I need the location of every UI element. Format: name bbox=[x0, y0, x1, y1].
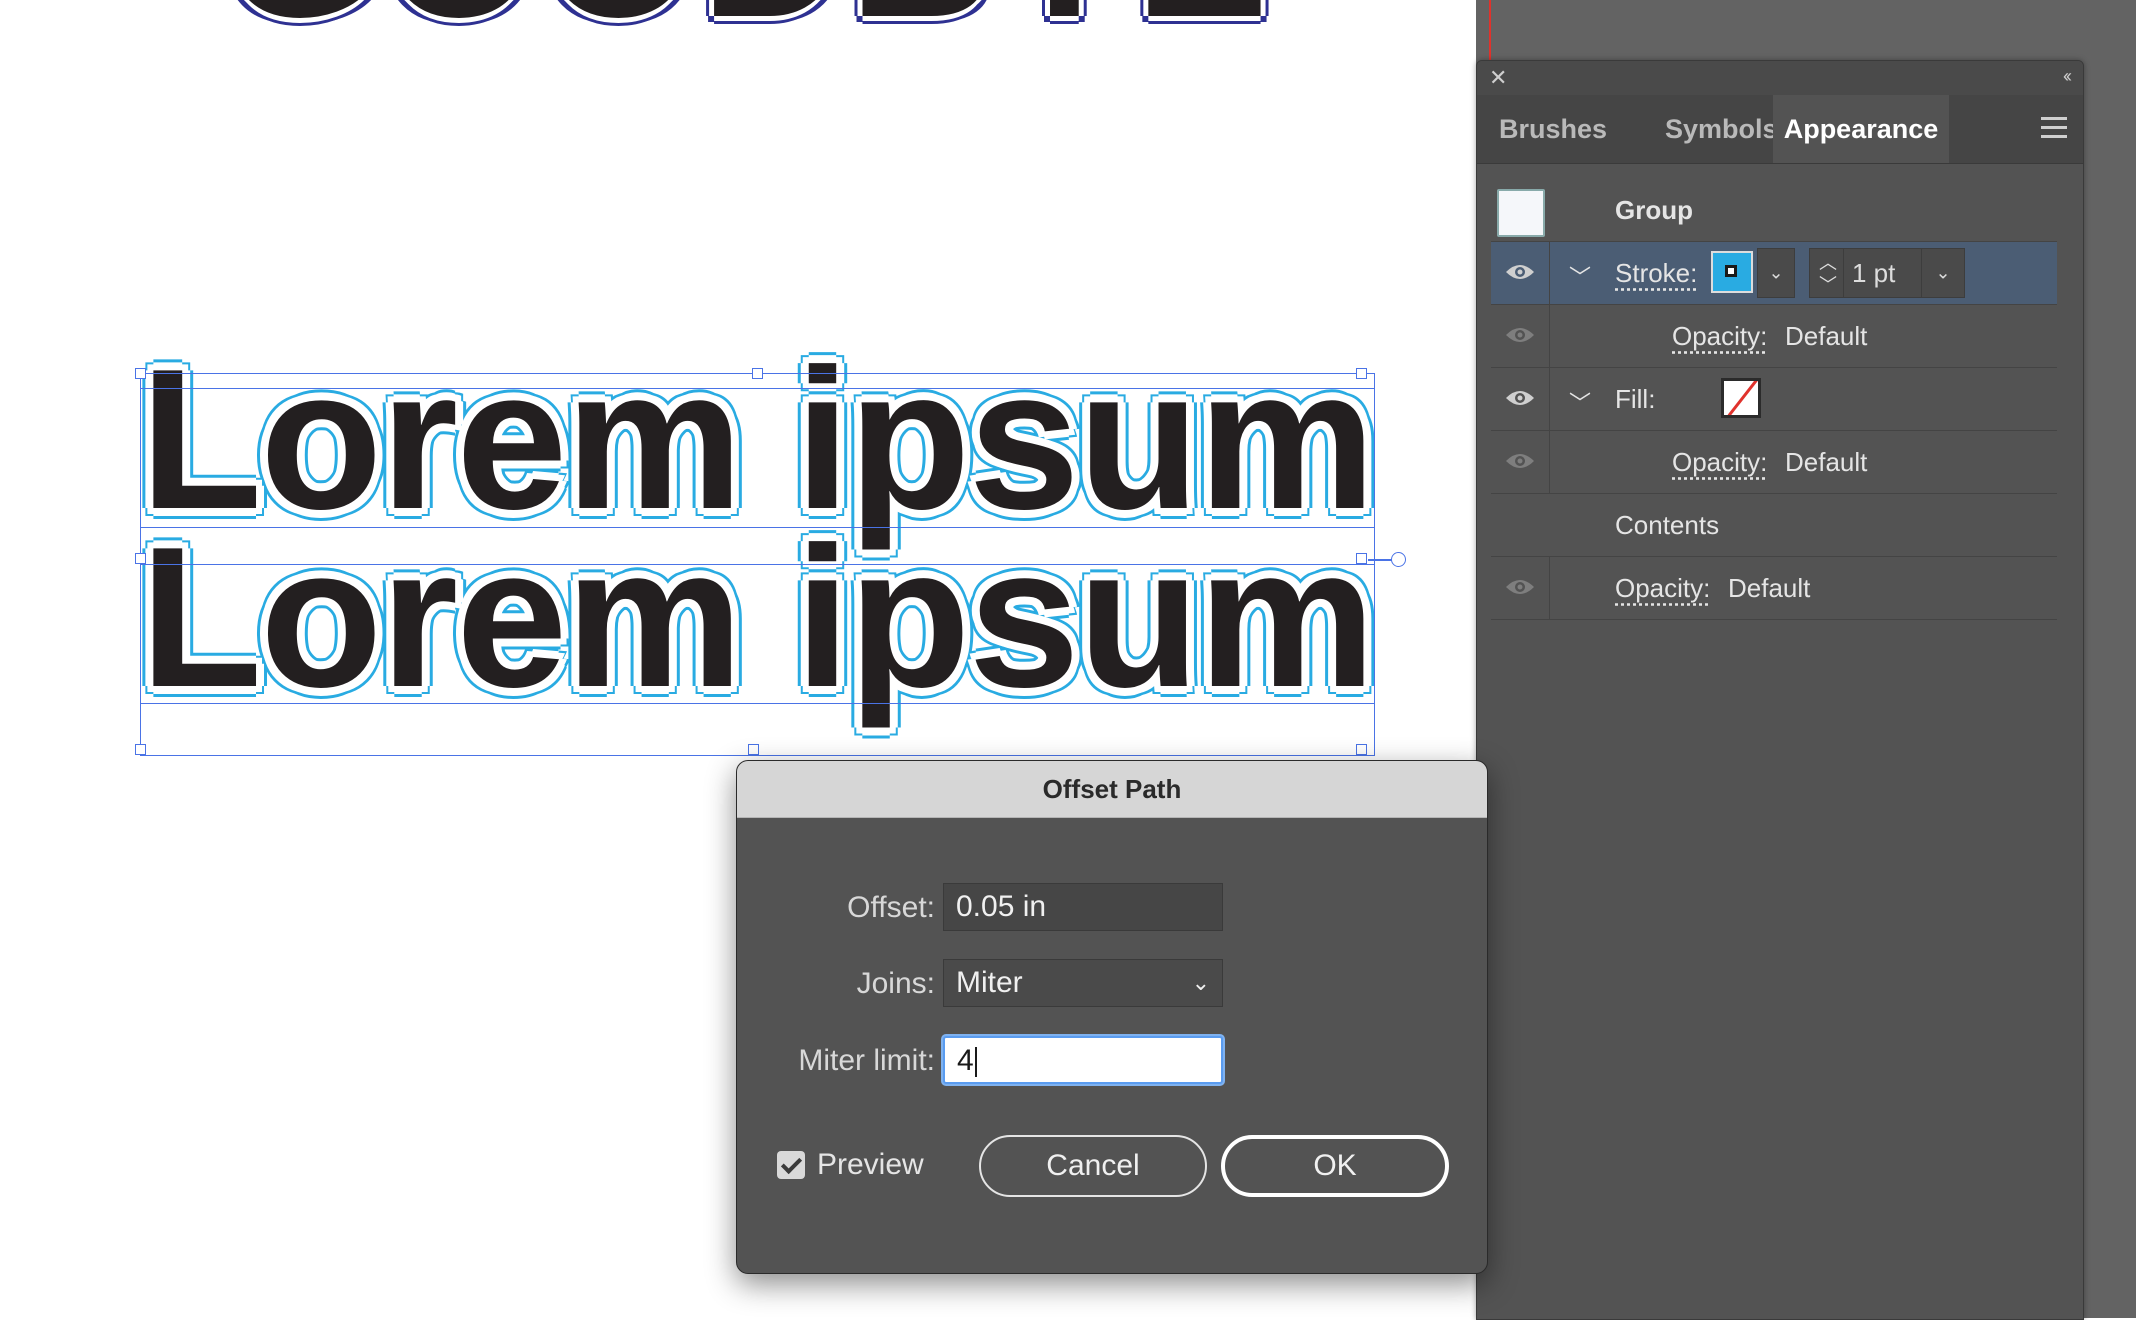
handle-top-middle[interactable] bbox=[752, 368, 763, 379]
visibility-eye-icon[interactable] bbox=[1505, 262, 1535, 282]
miter-limit-value: 4 bbox=[957, 1044, 974, 1077]
contents-row[interactable]: Contents bbox=[1491, 494, 2057, 557]
visibility-eye-icon[interactable] bbox=[1505, 451, 1535, 471]
miter-limit-field[interactable]: 4 bbox=[943, 1036, 1223, 1084]
miter-limit-label: Miter limit: bbox=[798, 1044, 935, 1077]
visibility-eye-icon[interactable] bbox=[1505, 325, 1535, 345]
row-divider bbox=[1549, 368, 1550, 430]
handle-bottom-middle[interactable] bbox=[748, 744, 759, 755]
opacity-label[interactable]: Opacity: bbox=[1615, 557, 1710, 619]
appearance-panel: ✕ ‹‹ Brushes Symbols Appearance Group ﹀ … bbox=[1476, 60, 2084, 1320]
panel-menu-icon[interactable] bbox=[2041, 117, 2067, 144]
visibility-eye-icon[interactable] bbox=[1505, 577, 1535, 597]
offset-label: Offset: bbox=[847, 891, 935, 924]
contents-label: Contents bbox=[1615, 510, 1720, 540]
cancel-button[interactable]: Cancel bbox=[979, 1135, 1207, 1197]
handle-top-left[interactable] bbox=[135, 368, 146, 379]
handle-middle-left[interactable] bbox=[135, 553, 146, 564]
close-icon[interactable]: ✕ bbox=[1489, 67, 1507, 89]
row-divider bbox=[1549, 431, 1550, 493]
panel-tab-bar: Brushes Symbols Appearance bbox=[1477, 95, 2083, 164]
offset-field[interactable]: 0.05 in bbox=[943, 883, 1223, 931]
tab-brushes[interactable]: Brushes bbox=[1477, 95, 1629, 163]
line-2-bounds bbox=[140, 564, 1375, 704]
stroke-weight-field[interactable]: 1 pt bbox=[1843, 248, 1929, 298]
joins-label: Joins: bbox=[856, 967, 935, 1000]
stroke-opacity-value: Default bbox=[1785, 321, 1868, 351]
rotation-handle[interactable] bbox=[1391, 552, 1406, 567]
visibility-eye-icon[interactable] bbox=[1505, 388, 1535, 408]
group-row[interactable]: Group bbox=[1491, 179, 2057, 242]
chevron-down-icon[interactable]: ﹀ bbox=[1819, 271, 1837, 297]
row-divider bbox=[1549, 557, 1550, 619]
fill-none-swatch[interactable] bbox=[1721, 378, 1761, 418]
preview-checkbox[interactable] bbox=[777, 1151, 805, 1179]
tab-appearance[interactable]: Appearance bbox=[1773, 95, 1949, 163]
ok-button[interactable]: OK bbox=[1221, 1135, 1449, 1197]
fill-row[interactable]: ﹀ Fill: bbox=[1491, 368, 2057, 431]
row-divider bbox=[1549, 305, 1550, 367]
joins-select[interactable]: Miter ⌄ bbox=[943, 959, 1223, 1007]
fill-opacity-label[interactable]: Opacity: bbox=[1672, 431, 1767, 493]
appearance-attribute-list: Group ﹀ Stroke: ⌄ ︿ ﹀ 1 pt ⌄ Opacity: De… bbox=[1491, 179, 2057, 620]
stroke-color-swatch[interactable] bbox=[1711, 251, 1753, 293]
text-cursor bbox=[974, 1047, 977, 1078]
stroke-label[interactable]: Stroke: bbox=[1615, 242, 1697, 304]
stroke-color-dropdown[interactable]: ⌄ bbox=[1757, 248, 1795, 298]
chevron-down-icon: ⌄ bbox=[1768, 262, 1784, 283]
handle-middle-right[interactable] bbox=[1356, 553, 1367, 564]
joins-value: Miter bbox=[956, 966, 1023, 999]
stroke-opacity-row[interactable]: Opacity: Default bbox=[1491, 305, 2057, 368]
line-1-bounds bbox=[140, 388, 1375, 528]
chevron-down-icon: ⌄ bbox=[1191, 970, 1210, 995]
row-divider bbox=[1549, 242, 1550, 304]
fill-label: Fill: bbox=[1615, 384, 1656, 414]
fill-opacity-row[interactable]: Opacity: Default bbox=[1491, 431, 2057, 494]
opacity-value: Default bbox=[1728, 573, 1811, 603]
offset-path-dialog: Offset Path Offset: 0.05 in Joins: Miter… bbox=[736, 760, 1488, 1274]
stroke-weight-stepper[interactable]: ︿ ﹀ bbox=[1809, 248, 1845, 298]
handle-top-right[interactable] bbox=[1356, 368, 1367, 379]
artwork-partial-text[interactable]: GOODBYE bbox=[222, 0, 1272, 48]
stroke-row[interactable]: ﹀ Stroke: ⌄ ︿ ﹀ 1 pt ⌄ bbox=[1491, 242, 2057, 305]
dialog-title: Offset Path bbox=[1042, 774, 1182, 804]
panel-titlebar[interactable]: ✕ ‹‹ bbox=[1477, 61, 2083, 95]
chevron-down-icon[interactable]: ﹀ bbox=[1569, 386, 1591, 418]
chevron-down-icon: ⌄ bbox=[1935, 262, 1951, 283]
stroke-weight-dropdown[interactable]: ⌄ bbox=[1921, 248, 1965, 298]
group-label: Group bbox=[1615, 195, 1693, 225]
handle-bottom-left[interactable] bbox=[135, 744, 146, 755]
opacity-row[interactable]: Opacity: Default bbox=[1491, 557, 2057, 620]
dialog-titlebar[interactable]: Offset Path bbox=[737, 761, 1487, 818]
handle-bottom-right[interactable] bbox=[1356, 744, 1367, 755]
chevron-down-icon[interactable]: ﹀ bbox=[1569, 260, 1591, 292]
collapse-icon[interactable]: ‹‹ bbox=[2063, 67, 2072, 85]
preview-label[interactable]: Preview bbox=[817, 1141, 924, 1189]
stroke-opacity-label[interactable]: Opacity: bbox=[1672, 305, 1767, 367]
group-thumbnail bbox=[1497, 189, 1545, 237]
fill-opacity-value: Default bbox=[1785, 447, 1868, 477]
artboard-edge-marker bbox=[1489, 0, 1491, 60]
